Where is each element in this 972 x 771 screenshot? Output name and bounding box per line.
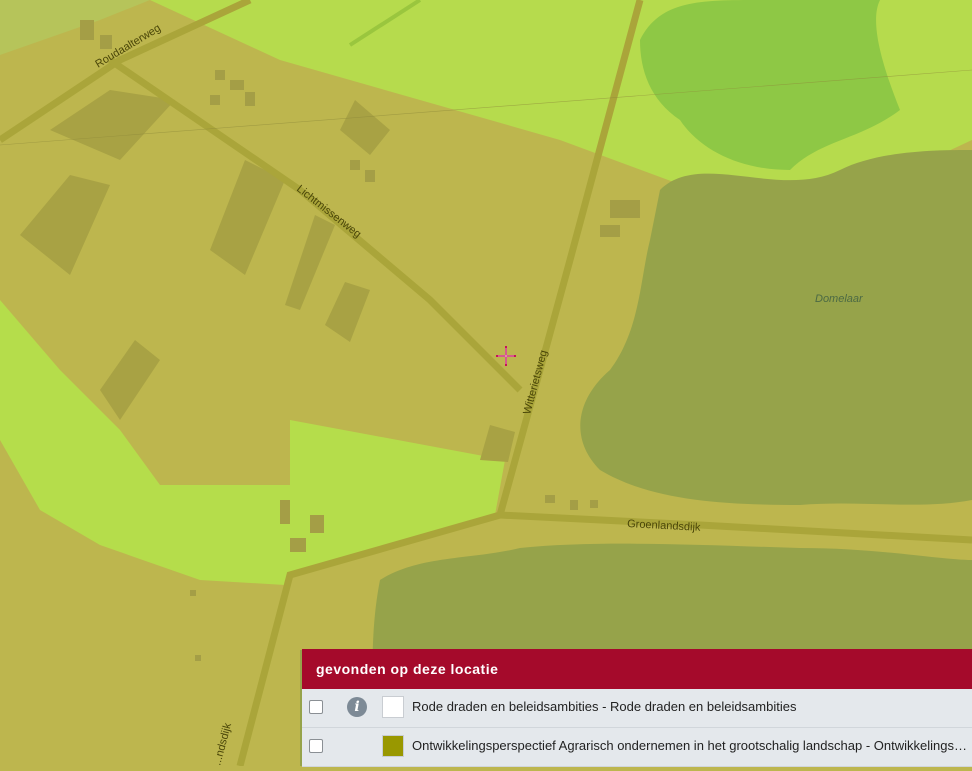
layer-checkbox[interactable] (309, 700, 323, 714)
result-row: i Rode draden en beleidsambities - Rode … (302, 689, 972, 728)
result-label: Ontwikkelingsperspectief Agrarisch onder… (412, 738, 972, 753)
result-label: Rode draden en beleidsambities - Rode dr… (412, 699, 797, 714)
legend-swatch (382, 735, 404, 757)
info-icon[interactable]: i (347, 697, 367, 717)
result-row: Ontwikkelingsperspectief Agrarisch onder… (302, 728, 972, 767)
legend-swatch (382, 696, 404, 718)
label-domelaar: Domelaar (815, 293, 864, 305)
results-panel: gevonden op deze locatie i Rode draden e… (302, 649, 972, 767)
panel-title: gevonden op deze locatie (302, 649, 972, 689)
layer-checkbox[interactable] (309, 739, 323, 753)
crosshair-icon (496, 346, 516, 366)
